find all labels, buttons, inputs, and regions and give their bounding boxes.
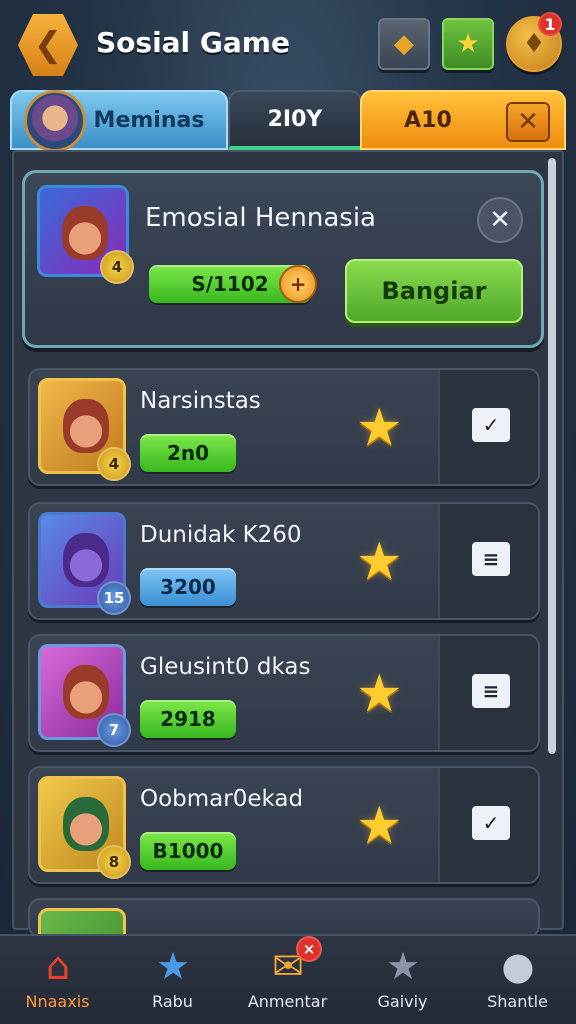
tab-label: Meminas (93, 107, 205, 133)
home-icon: ⌂ (45, 944, 71, 988)
star-icon: ★ (456, 29, 480, 59)
featured-title: Emosial Hennasia (145, 203, 376, 233)
profile-icon: ● (501, 944, 535, 988)
gem-button[interactable]: ◆ (378, 18, 430, 70)
item-side-panel: ✓ (438, 768, 538, 882)
shop-button[interactable]: ♦ 1 (506, 12, 562, 72)
hero-portrait: 8 (38, 776, 131, 879)
hero-portrait: 7 (38, 644, 131, 747)
tab-2i0y[interactable]: 2I0Y (228, 90, 362, 150)
nav-anmentar[interactable]: ✉ × Anmentar (230, 936, 345, 1024)
item-name: Dunidak K260 (140, 522, 302, 548)
nav-home[interactable]: ⌂ Nnaaxis (0, 936, 115, 1024)
list-item[interactable] (28, 898, 540, 938)
level-badge: 4 (100, 250, 134, 284)
star-icon[interactable]: ★ (356, 402, 403, 454)
list-item[interactable]: 8 Oobmar0ekad B1000 ★ ✓ (28, 766, 540, 884)
list-icon[interactable]: ≡ (472, 542, 510, 576)
featured-card: 4 Emosial Hennasia ✕ S/1102 + Bangiar (22, 170, 544, 348)
close-icon: ✕ (517, 107, 539, 137)
nav-shantle[interactable]: ● Shantle (460, 936, 575, 1024)
hero-face (63, 665, 109, 719)
star-icon[interactable]: ★ (356, 668, 403, 720)
list-item[interactable]: 7 Gleusint0 dkas 2918 ★ ≡ (28, 634, 540, 752)
close-icon: ✕ (489, 205, 511, 235)
top-bar: ❮ Sosial Game ◆ ★ ♦ 1 (0, 0, 576, 90)
hero-portrait: 4 (38, 378, 131, 481)
scrollbar-thumb[interactable] (548, 158, 556, 754)
nav-label: Gaiviy (377, 992, 428, 1011)
tab-bar: Meminas 2I0Y A10 ✕ (10, 90, 566, 152)
nav-rabu[interactable]: ★ Rabu (115, 936, 230, 1024)
arrow-left-icon: ❮ (33, 25, 63, 65)
checkbox-icon[interactable]: ✓ (472, 408, 510, 442)
nav-label: Nnaaxis (25, 992, 90, 1011)
gem-icon: ◆ (394, 29, 414, 59)
star-icon[interactable]: ★ (356, 536, 403, 588)
nav-label: Shantle (487, 992, 548, 1011)
checkbox-icon[interactable]: ✓ (472, 806, 510, 840)
list-icon[interactable]: ≡ (472, 674, 510, 708)
star-icon[interactable]: ★ (356, 800, 403, 852)
item-name: Gleusint0 dkas (140, 654, 311, 680)
close-tab-button[interactable]: ✕ (506, 102, 550, 142)
item-value: 3200 (140, 568, 236, 606)
nav-gaiviy[interactable]: ★ Gaiviy (345, 936, 460, 1024)
item-side-panel: ≡ (438, 636, 538, 750)
nav-label: Anmentar (247, 992, 328, 1011)
notification-badge: 1 (538, 12, 562, 36)
tab-label: A10 (404, 107, 452, 133)
nav-label: Rabu (152, 992, 193, 1011)
item-value: 2n0 (140, 434, 236, 472)
item-side-panel: ≡ (438, 504, 538, 618)
tab-meminas[interactable]: Meminas (10, 90, 228, 152)
coin-icon: + (279, 265, 317, 303)
item-value: 2918 (140, 700, 236, 738)
scrollbar[interactable] (548, 158, 556, 754)
list-item[interactable]: 4 Narsinstas 2n0 ★ ✓ (28, 368, 540, 486)
tab-label: 2I0Y (267, 106, 323, 132)
app-title: Sosial Game (96, 26, 290, 59)
close-button[interactable]: ✕ (477, 197, 523, 243)
item-side-panel: ✓ (438, 370, 538, 484)
item-name: Oobmar0ekad (140, 786, 304, 812)
hero-face (63, 533, 109, 587)
star-outline-icon: ★ (385, 944, 421, 988)
level-badge: 15 (97, 581, 131, 615)
hero-portrait: 15 (38, 512, 131, 615)
bottom-nav: ⌂ Nnaaxis ★ Rabu ✉ × Anmentar ★ Gaiviy ●… (0, 934, 576, 1024)
back-button[interactable]: ❮ (18, 14, 78, 76)
hero-face (63, 399, 109, 453)
item-value: B1000 (140, 832, 236, 870)
level-badge: 8 (97, 845, 131, 879)
level-badge: 4 (97, 447, 131, 481)
level-badge: 7 (97, 713, 131, 747)
list-item[interactable]: 15 Dunidak K260 3200 ★ ≡ (28, 502, 540, 620)
hero-face (62, 206, 108, 260)
item-name: Narsinstas (140, 388, 261, 414)
hero-face (63, 797, 109, 851)
action-button[interactable]: Bangiar (345, 259, 523, 323)
favorites-button[interactable]: ★ (442, 18, 494, 70)
hero-portrait: 4 (37, 185, 134, 284)
avatar (24, 90, 86, 152)
nav-badge: × (296, 936, 322, 962)
tab-a10[interactable]: A10 ✕ (360, 90, 566, 150)
star-icon: ★ (155, 944, 191, 988)
